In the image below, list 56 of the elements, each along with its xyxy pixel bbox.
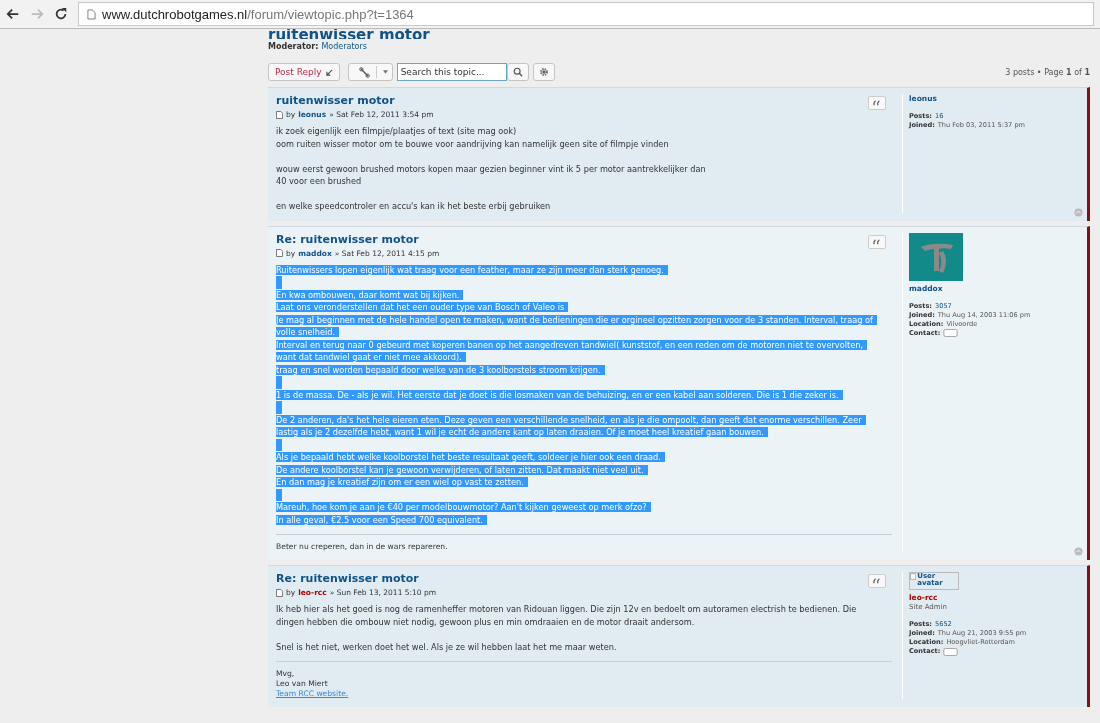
search-button[interactable] [506,63,529,81]
post-text: De 2 anderen, da's het hele eieren eten. Deze geven een verschillende snelheid, en als je die ompoolt, dan geeft dat enorme verschillen. Zeer [276,414,866,425]
post-text: En kwa ombouwen, daar komt wat bij kijken. [276,289,464,300]
post-text: ik zoek eigenlijk een filmpje/plaatjes of text (site mag ook) [276,126,517,136]
post-text: Snel is het niet, werken doet het wel. Als je ze wil hebben laat het me maar weten. [276,641,617,652]
post-title[interactable]: Re: ruitenwisser motor [276,572,437,585]
page-icon [87,8,96,20]
gear-icon [538,67,549,77]
post-text: Interval en terug naar 0 gebeurd met koperen banen op het aangedreven tandwiel( kunststof, en een reden om de motoren niet te overvolten, [276,339,868,350]
post-text: Je mag al beginnen met de hele handel open te maken, want de bedieningen die er orgineel opzitten zorgen voor de 3 standen. Interval, traag of [276,314,877,325]
post-text: Ruitenwissers lopen eigenlijk wat traag voor een feather, maar ze zijn meer dan sterk genoeg. [276,264,668,275]
settings-button[interactable] [532,63,555,81]
contact-icon[interactable] [943,329,959,337]
post-icon[interactable] [276,249,283,257]
quote-icon [873,578,881,584]
post-title[interactable]: Re: ruitenwisser motor [276,232,440,246]
post-text: en welke speedcontroler en accu's kan ik het beste erbij gebruiken [276,201,551,211]
post-text: 1 is de massa. De - als je wil. Het eerste dat je doet is die losmaken van de behuizing, en er een kabel aan solderen. Die is 1 die zeker is. [276,389,843,400]
quote-icon [873,100,881,106]
post-icon[interactable] [276,110,283,119]
post-icon[interactable] [276,588,283,597]
post-reply-button[interactable]: Post Reply [268,63,340,81]
post-text: wouw eerst gewoon brushed motors kopen maar gezien beginner vint ik 5 per motor aantrekkelijker dan [276,163,706,174]
post-text: Mareuh, hoe kom je aan je €40 per modelbouwmotor? Aan't kijken geweest op merk ofzo? [276,502,651,512]
post-text: Laat ons veronderstellen dat het een ouder type van Bosch of Valeo is [276,302,569,312]
post-text: Als je bepaald hebt welke koolborstel het beste resultaat geeft, soldeer je hier ook een draad. [276,452,665,462]
pagination-text: 3 posts • Page 1 of 1 [1005,67,1090,77]
post-text: En dan mag je kreatief zijn om er een wiel op vast te zetten. [276,477,528,487]
post-text: Ik heb hier als het goed is nog de ramenheffer motoren van Ridouan liggen. Die zijn 12v en bedoelt om autoramen electrish te bedienen. Die [276,604,857,614]
contact-icon[interactable] [943,647,959,656]
quote-button[interactable] [868,96,886,110]
search-field[interactable]: Search this topic... [396,63,507,81]
search-icon [512,67,523,77]
caret-icon [382,70,388,74]
post-text: want dat tandwiel gaat er niet mee akkoord). [276,352,466,362]
post-text: volle snelheid. [276,327,340,337]
address-bar[interactable]: www.dutchrobotgames.nl/forum/viewtopic.php?t=1364 [78,2,1094,26]
broken-image-icon [910,573,917,580]
quote-button[interactable] [868,234,886,249]
post-text: traag en snel worden bepaald door welke van de 3 koolborstels stroom krijgen. [276,364,605,375]
post-text: De andere koolborstel kan je gewoon verwijderen, of laten zitten. Dat maakt niet veel uit. [276,464,648,475]
post-text: lastig als je 2 dezelfde hebt, want 1 wil je echt de andere kant op laten draaien. Of je moet heel kreatief gaan bouwen. [276,427,768,437]
post-text: In alle geval, €2.5 voor een Speed 700 equivalent. [276,514,487,525]
quote-button[interactable] [868,574,886,588]
arrow-icon [325,68,333,76]
back-icon[interactable] [6,7,20,21]
post-text: oom ruiten wisser motor om te bouwe voor aandrijving kan namelijk geen site of filmpje vinden [276,138,669,149]
post-text: dingen hebben die ombouw niet nodig, gewoon plus en min omdraaien en de motor draait andersom. [276,616,695,627]
moderators-link[interactable]: Moderators [321,42,367,51]
post-text: 40 voor een brushed [276,176,362,186]
quote-icon [873,238,881,245]
moderator-label: Moderator: [268,42,319,51]
tools-button[interactable] [347,63,393,81]
reload-icon[interactable] [54,7,68,21]
wrench-icon [358,66,370,78]
post-title[interactable]: ruitenwisser motor [276,94,434,107]
